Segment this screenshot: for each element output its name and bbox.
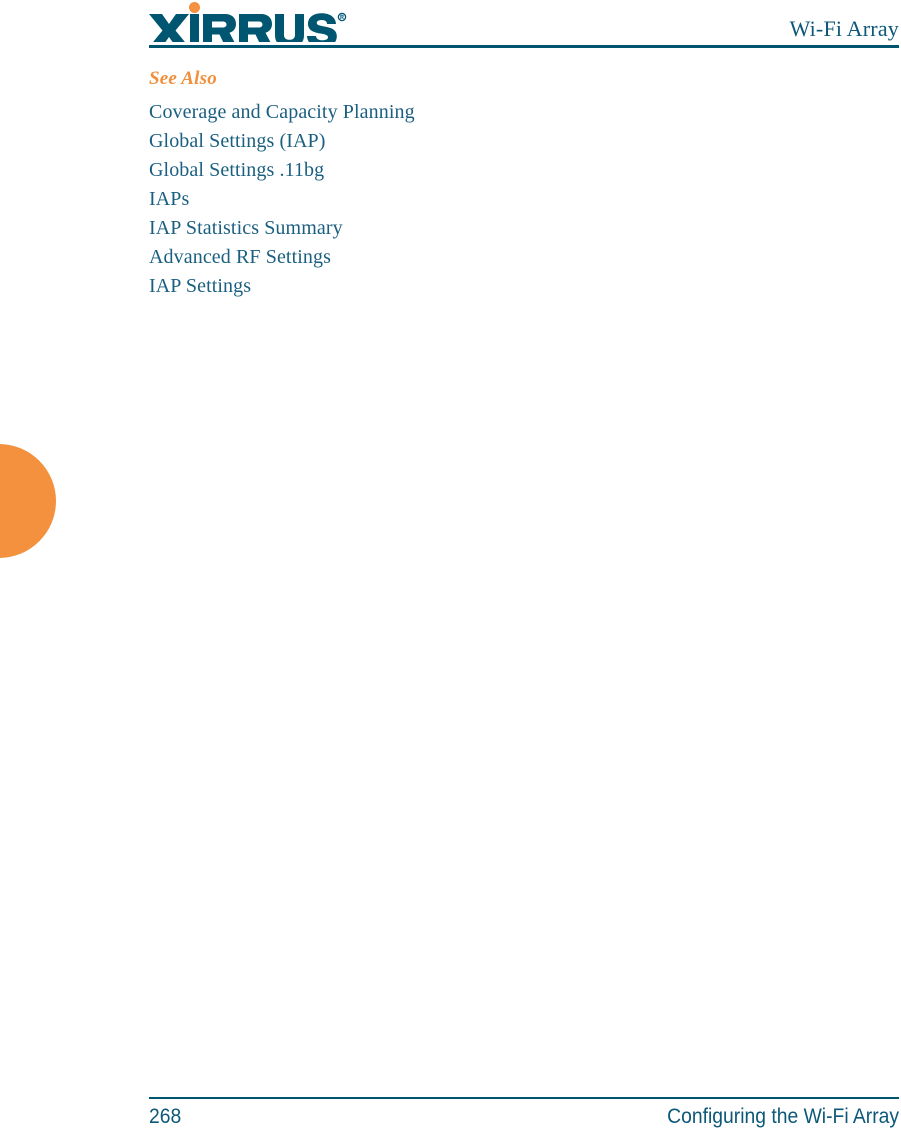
see-also-link-list: Coverage and Capacity Planning Global Se… [149, 98, 899, 301]
see-also-link[interactable]: Advanced RF Settings [149, 243, 899, 272]
page-footer: 268 Configuring the Wi-Fi Array [149, 1105, 899, 1135]
see-also-link[interactable]: Coverage and Capacity Planning [149, 98, 899, 127]
see-also-link[interactable]: IAP Settings [149, 272, 899, 301]
chapter-thumb-tab [0, 444, 56, 558]
footer-chapter-title: Configuring the Wi-Fi Array [667, 1105, 899, 1128]
see-also-link[interactable]: Global Settings .11bg [149, 156, 899, 185]
header-title: Wi-Fi Array [789, 16, 899, 41]
footer-divider [149, 1097, 899, 1099]
see-also-heading: See Also [149, 68, 217, 89]
xirrus-logo [149, 2, 349, 42]
page-number: 268 [149, 1105, 182, 1128]
document-page: Wi-Fi Array See Also Coverage and Capaci… [0, 0, 901, 1137]
header-divider [149, 45, 899, 48]
page-content: See Also Coverage and Capacity Planning … [149, 66, 899, 301]
see-also-link[interactable]: IAPs [149, 185, 899, 214]
see-also-link[interactable]: Global Settings (IAP) [149, 127, 899, 156]
see-also-link[interactable]: IAP Statistics Summary [149, 214, 899, 243]
page-header: Wi-Fi Array [149, 0, 899, 48]
